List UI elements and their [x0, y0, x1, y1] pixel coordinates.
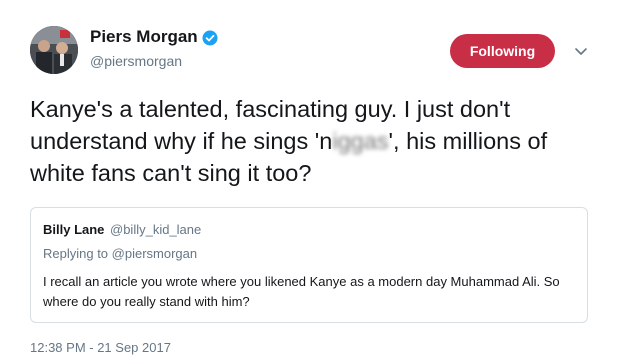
quoted-tweet-replying-to: Replying to @piersmorgan: [43, 246, 198, 261]
quoted-tweet-text: I recall an article you wrote where you …: [43, 274, 560, 309]
quoted-tweet-handle: @billy_kid_lane: [110, 222, 202, 237]
tweet-text-blurred: iggas: [332, 128, 389, 154]
tweet-timestamp[interactable]: 12:38 PM - 21 Sep 2017: [30, 340, 171, 355]
quoted-tweet[interactable]: Billy Lane @billy_kid_lane Replying to @…: [30, 207, 588, 323]
verified-badge-icon: [202, 30, 218, 46]
tweet-text: Kanye's a talented, fascinating guy. I j…: [30, 93, 600, 189]
avatar-photo: [30, 26, 78, 74]
following-button[interactable]: Following: [450, 34, 555, 68]
chevron-down-icon[interactable]: [572, 42, 590, 60]
author-display-name[interactable]: Piers Morgan: [90, 27, 198, 47]
author-handle[interactable]: @piersmorgan: [90, 53, 182, 69]
quoted-tweet-display-name: Billy Lane: [43, 222, 105, 237]
avatar[interactable]: [30, 26, 78, 74]
